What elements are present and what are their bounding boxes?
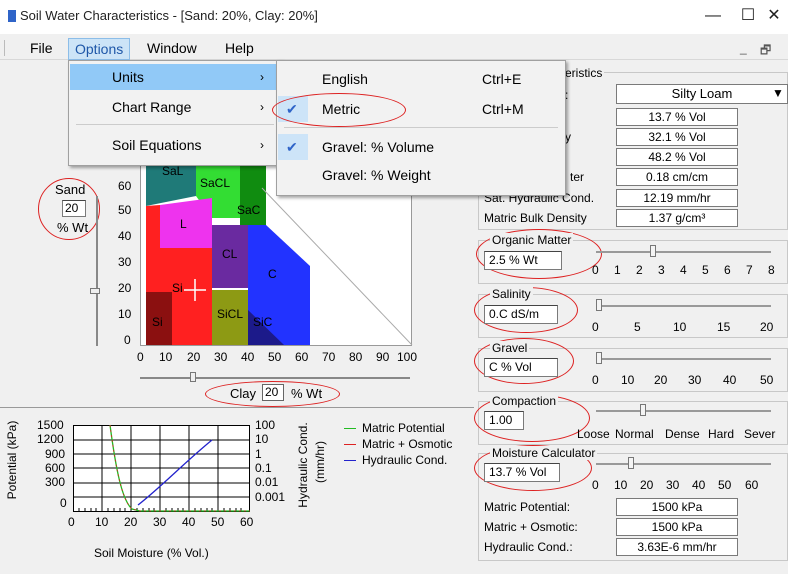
options-menu-soil-equations[interactable]: Soil Equations › xyxy=(70,132,280,158)
legend-matric-potential: Matric Potential xyxy=(362,421,445,435)
chart-y-left-tick: 600 xyxy=(45,461,66,475)
menu-separator xyxy=(284,127,558,128)
menu-item-label: Gravel: % Volume xyxy=(322,139,435,155)
chart-y-left-tick: 0 xyxy=(60,496,67,510)
chart-y-left-tick: 1500 xyxy=(37,418,64,432)
legend-matric-osmotic: Matric + Osmotic xyxy=(362,437,453,451)
chart-x-tick: 40 xyxy=(182,515,196,529)
menu-separator xyxy=(76,124,274,125)
units-menu-gravel-volume[interactable]: ✔ Gravel: % Volume xyxy=(278,134,564,160)
hydraulic-cond-curve xyxy=(137,439,213,506)
menu-item-label: Gravel: % Weight xyxy=(322,167,431,183)
units-menu-english[interactable]: English Ctrl+E xyxy=(278,66,564,92)
chart-x-tick: 20 xyxy=(124,515,138,529)
chart-y-right-tick: 0.01 xyxy=(255,475,279,489)
chart-y-right-tick: 0.1 xyxy=(255,461,272,475)
menu-item-shortcut: Ctrl+M xyxy=(482,101,524,117)
chart-y-left-tick: 1200 xyxy=(37,432,64,446)
chart-x-label: Soil Moisture (% Vol.) xyxy=(94,546,209,560)
legend-swatch-matric xyxy=(344,428,356,429)
legend-hydraulic-cond: Hydraulic Cond. xyxy=(362,453,448,467)
chart-x-tick: 60 xyxy=(240,515,254,529)
menu-item-label: English xyxy=(322,71,368,87)
chart-x-tick: 30 xyxy=(153,515,167,529)
legend-swatch-osmotic xyxy=(344,444,356,445)
menu-item-label: Units xyxy=(112,69,144,85)
chart-y-left-tick: 900 xyxy=(45,447,66,461)
options-menu-units[interactable]: Units › xyxy=(70,64,280,90)
units-menu-gravel-weight[interactable]: Gravel: % Weight xyxy=(278,162,564,188)
chart-y-right-tick: 1 xyxy=(255,447,262,461)
chart-x-tick: 0 xyxy=(68,515,75,529)
menu-item-label: Soil Equations xyxy=(112,137,202,153)
chart-x-tick: 10 xyxy=(95,515,109,529)
chevron-right-icon: › xyxy=(260,70,264,84)
chart-y-right-tick: 0.001 xyxy=(255,490,286,504)
options-menu-chart-range[interactable]: Chart Range › xyxy=(70,94,280,120)
chevron-right-icon: › xyxy=(260,138,264,152)
chart-y-left-label: Potential (kPa) xyxy=(5,420,19,500)
legend-swatch-hydraulic xyxy=(344,460,356,461)
menu-item-label: Chart Range xyxy=(112,99,192,115)
menu-item-shortcut: Ctrl+E xyxy=(482,71,522,87)
chart-y-left-tick: 300 xyxy=(45,475,66,489)
checkmark-icon: ✔ xyxy=(286,139,298,155)
chevron-right-icon: › xyxy=(260,100,264,114)
metric-highlight-ellipse xyxy=(272,93,406,127)
chart-y-right-unit: (mm/hr) xyxy=(313,441,327,483)
chart-y-right-label: Hydraulic Cond. xyxy=(296,422,310,508)
chart-y-right-tick: 100 xyxy=(255,418,276,432)
chart-y-right-tick: 10 xyxy=(255,432,269,446)
chart-x-tick: 50 xyxy=(211,515,225,529)
